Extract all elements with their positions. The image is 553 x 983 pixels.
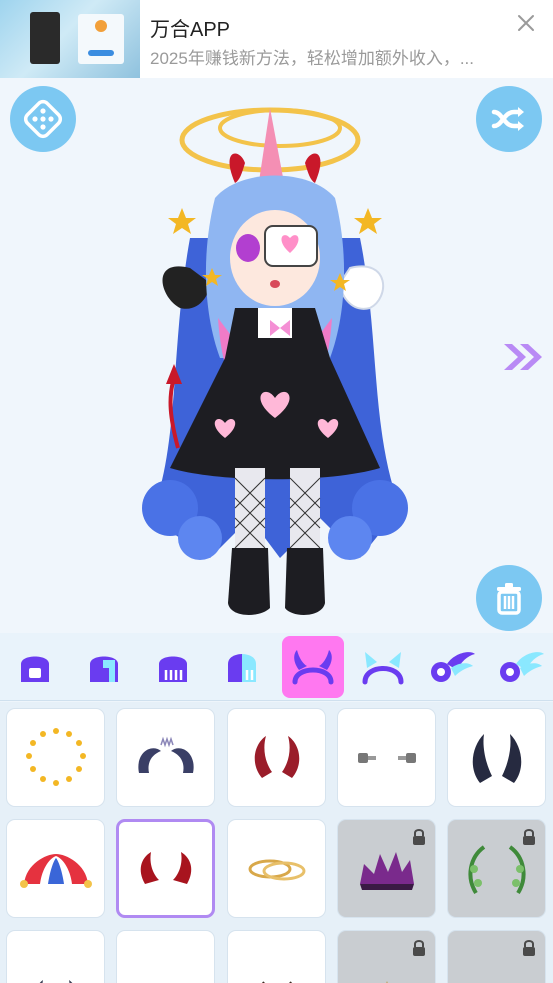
item-small-red-horns[interactable] — [116, 819, 215, 918]
delete-button[interactable] — [476, 565, 542, 631]
item-black-horns[interactable] — [447, 708, 546, 807]
ad-thumbnail-phone — [30, 12, 60, 64]
tab-hair-split[interactable] — [211, 636, 273, 698]
item-red-demon-horns[interactable] — [227, 708, 326, 807]
hair-front-icon — [21, 656, 49, 682]
shuffle-icon — [491, 107, 524, 131]
antlers-icon — [261, 980, 292, 983]
item-gold-rings[interactable] — [227, 819, 326, 918]
tab-wings-light[interactable] — [490, 636, 552, 698]
category-tabs — [0, 633, 553, 701]
tab-hair-back[interactable] — [142, 636, 204, 698]
red-demon-horns-icon — [254, 735, 299, 778]
item-purple-crown[interactable] — [337, 819, 436, 918]
tab-ears[interactable] — [352, 636, 414, 698]
wings-light-icon — [500, 652, 544, 682]
ad-subtitle[interactable]: 2025年赚钱新方法，轻松增加额外收入，... — [150, 44, 510, 69]
item-bolts[interactable] — [337, 708, 436, 807]
item-green-vine-horns[interactable] — [447, 819, 546, 918]
item-gold-spikes[interactable] — [337, 930, 436, 983]
lock-icon — [413, 829, 425, 845]
tab-wings[interactable] — [421, 636, 483, 698]
bolts-icon — [357, 752, 416, 763]
item-dark-curved-horns[interactable] — [116, 708, 215, 807]
tab-hair-side[interactable] — [73, 636, 135, 698]
wings-icon — [431, 652, 475, 682]
tab-horns[interactable] — [282, 636, 344, 698]
items-grid — [0, 702, 553, 983]
hair-side-icon — [90, 656, 118, 682]
dark-curved-horns-icon — [137, 736, 194, 773]
hair-back-icon — [159, 656, 187, 682]
hair-split-icon — [228, 654, 256, 682]
item-blue-bow[interactable] — [447, 930, 546, 983]
ears-headband-icon — [362, 652, 404, 685]
item-empty[interactable] — [116, 930, 215, 983]
trash-icon — [497, 583, 521, 615]
double-chevron-right-icon[interactable] — [500, 340, 546, 374]
ad-banner[interactable]: 万合APP 2025年赚钱新方法，轻松增加额外收入，... — [0, 0, 553, 78]
random-dice-button[interactable] — [10, 86, 76, 152]
dice-icon — [23, 99, 63, 139]
item-small-dark-horns[interactable] — [6, 930, 105, 983]
green-vine-horns-icon — [467, 844, 526, 894]
gold-rings-icon — [248, 859, 305, 880]
ad-title[interactable]: 万合APP — [150, 13, 230, 42]
lock-icon — [523, 829, 535, 845]
black-horns-icon — [472, 733, 521, 783]
item-jester-hat[interactable] — [6, 819, 105, 918]
close-icon[interactable] — [513, 10, 539, 36]
star-halo-icon — [25, 727, 86, 786]
item-antlers[interactable] — [227, 930, 326, 983]
small-dark-horns-icon — [38, 979, 73, 983]
horns-headband-icon — [292, 650, 334, 685]
ad-thumbnail-button — [88, 50, 114, 56]
ad-thumbnail-dot — [95, 20, 107, 32]
lock-icon — [523, 940, 535, 956]
ad-thumbnail[interactable] — [0, 0, 140, 78]
ad-thumbnail-card — [78, 14, 124, 64]
item-star-halo[interactable] — [6, 708, 105, 807]
small-red-horns-icon — [140, 851, 191, 884]
shuffle-button[interactable] — [476, 86, 542, 152]
character-stage — [0, 78, 553, 633]
character-avatar — [142, 107, 408, 615]
lock-icon — [413, 940, 425, 956]
tab-hair-front[interactable] — [4, 636, 66, 698]
purple-crown-icon — [359, 851, 414, 890]
jester-hat-icon — [19, 853, 92, 888]
